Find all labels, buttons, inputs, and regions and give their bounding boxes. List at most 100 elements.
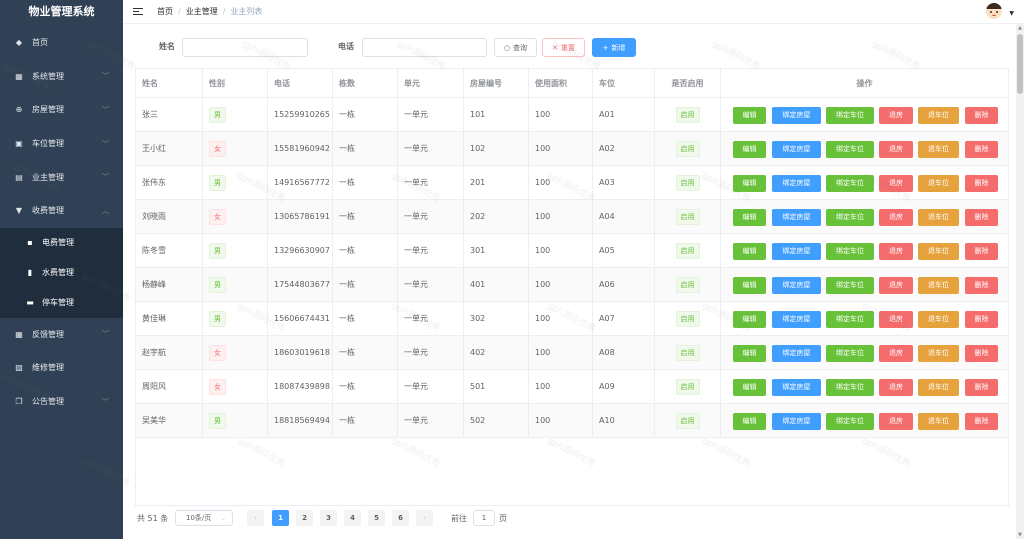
checkout-house-button[interactable]: 退房 xyxy=(879,310,913,328)
edit-button[interactable]: 编辑 xyxy=(733,378,766,396)
checkout-house-button[interactable]: 退房 xyxy=(879,276,913,294)
bind-parking-button[interactable]: 绑定车位 xyxy=(826,276,874,294)
checkout-house-button[interactable]: 退房 xyxy=(879,242,913,260)
release-parking-button[interactable]: 退车位 xyxy=(918,106,959,124)
delete-button[interactable]: 删除 xyxy=(965,412,998,430)
sidebar-item-more_items2[interactable]: ❐ 公告管理 ﹀ xyxy=(0,385,123,419)
checkout-house-button[interactable]: 退房 xyxy=(879,106,913,124)
edit-button[interactable]: 编辑 xyxy=(733,344,766,362)
bind-parking-button[interactable]: 绑定车位 xyxy=(826,412,874,430)
release-parking-button[interactable]: 退车位 xyxy=(918,276,959,294)
bind-house-button[interactable]: 绑定房屋 xyxy=(772,378,821,396)
cell-text: 100 xyxy=(535,348,551,357)
page-button-3[interactable]: 3 xyxy=(320,510,337,526)
bind-parking-button[interactable]: 绑定车位 xyxy=(826,106,874,124)
sidebar-item-items1[interactable]: ▦ 系统管理 ﹀ xyxy=(0,60,123,94)
name-input[interactable] xyxy=(182,38,308,57)
delete-button[interactable]: 删除 xyxy=(965,310,998,328)
sidebar-item-items5[interactable]: ▼ 收费管理 ︿ xyxy=(0,194,123,228)
sidebar-subitem-0[interactable]: ▪ 电费管理 xyxy=(0,228,123,258)
bind-house-button[interactable]: 绑定房屋 xyxy=(772,310,821,328)
release-parking-button[interactable]: 退车位 xyxy=(918,174,959,192)
checkout-house-button[interactable]: 退房 xyxy=(879,344,913,362)
page-button-2[interactable]: 2 xyxy=(296,510,313,526)
scroll-up-arrow-icon[interactable]: ▲ xyxy=(1016,24,1024,32)
page-button-4[interactable]: 4 xyxy=(344,510,361,526)
edit-button[interactable]: 编辑 xyxy=(733,310,766,328)
delete-button[interactable]: 删除 xyxy=(965,140,998,158)
checkout-house-button[interactable]: 退房 xyxy=(879,378,913,396)
delete-button[interactable]: 删除 xyxy=(965,344,998,362)
edit-button[interactable]: 编辑 xyxy=(733,140,766,158)
bind-parking-button[interactable]: 绑定车位 xyxy=(826,140,874,158)
sidebar-item-items2[interactable]: ⊕ 房屋管理 ﹀ xyxy=(0,93,123,127)
bind-house-button[interactable]: 绑定房屋 xyxy=(772,344,821,362)
submenu-fees: ▪ 电费管理 ▮ 水费管理 ▬ 停车管理 xyxy=(0,227,123,318)
sidebar-item-more_items0[interactable]: ▦ 反馈管理 ﹀ xyxy=(0,318,123,352)
bind-parking-button[interactable]: 绑定车位 xyxy=(826,208,874,226)
bind-parking-button[interactable]: 绑定车位 xyxy=(826,378,874,396)
delete-button[interactable]: 删除 xyxy=(965,174,998,192)
bind-house-button[interactable]: 绑定房屋 xyxy=(772,140,821,158)
release-parking-button[interactable]: 退车位 xyxy=(918,208,959,226)
edit-button[interactable]: 编辑 xyxy=(733,174,766,192)
release-parking-button[interactable]: 退车位 xyxy=(918,242,959,260)
delete-button[interactable]: 删除 xyxy=(965,106,998,124)
scroll-down-arrow-icon[interactable]: ▼ xyxy=(1016,531,1024,539)
checkout-house-button[interactable]: 退房 xyxy=(879,140,913,158)
page-button-6[interactable]: 6 xyxy=(392,510,409,526)
bind-parking-button[interactable]: 绑定车位 xyxy=(826,310,874,328)
breadcrumb-home[interactable]: 首页 xyxy=(157,6,173,17)
bind-house-button[interactable]: 绑定房屋 xyxy=(772,106,821,124)
checkout-house-button[interactable]: 退房 xyxy=(879,412,913,430)
vertical-scrollbar[interactable]: ▲ ▼ xyxy=(1016,24,1024,539)
breadcrumb-owner-management[interactable]: 业主管理 xyxy=(186,6,218,17)
sidebar-item-items0[interactable]: ◆ 首页 xyxy=(0,26,123,60)
sidebar-item-more_items1[interactable]: ▨ 维修管理 xyxy=(0,351,123,385)
release-parking-button[interactable]: 退车位 xyxy=(918,140,959,158)
user-avatar[interactable] xyxy=(986,3,1002,19)
release-parking-button[interactable]: 退车位 xyxy=(918,412,959,430)
bind-house-button[interactable]: 绑定房屋 xyxy=(772,208,821,226)
edit-button[interactable]: 编辑 xyxy=(733,208,766,226)
reset-button[interactable]: ✕ 重置 xyxy=(542,38,585,57)
bind-house-button[interactable]: 绑定房屋 xyxy=(772,276,821,294)
page-button-5[interactable]: 5 xyxy=(368,510,385,526)
release-parking-button[interactable]: 退车位 xyxy=(918,310,959,328)
sidebar-item-items3[interactable]: ▣ 车位管理 ﹀ xyxy=(0,127,123,161)
bind-parking-button[interactable]: 绑定车位 xyxy=(826,242,874,260)
release-parking-button[interactable]: 退车位 xyxy=(918,344,959,362)
bind-house-button[interactable]: 绑定房屋 xyxy=(772,242,821,260)
edit-button[interactable]: 编辑 xyxy=(733,412,766,430)
checkout-house-button[interactable]: 退房 xyxy=(879,174,913,192)
next-page-button[interactable]: › xyxy=(416,510,433,526)
phone-input[interactable] xyxy=(362,38,487,57)
edit-button[interactable]: 编辑 xyxy=(733,106,766,124)
delete-button[interactable]: 删除 xyxy=(965,242,998,260)
hamburger-icon[interactable] xyxy=(133,7,143,16)
goto-page-input[interactable]: 1 xyxy=(473,510,495,526)
page-size-select[interactable]: 10条/页 ⌄ xyxy=(175,510,233,526)
bind-house-button[interactable]: 绑定房屋 xyxy=(772,412,821,430)
add-button[interactable]: + 新增 xyxy=(592,38,636,57)
bind-parking-button[interactable]: 绑定车位 xyxy=(826,344,874,362)
release-parking-button[interactable]: 退车位 xyxy=(918,378,959,396)
sidebar-item-items4[interactable]: ▤ 业主管理 ﹀ xyxy=(0,160,123,194)
query-button[interactable]: ○ 查询 xyxy=(494,38,537,57)
bind-house-button[interactable]: 绑定房屋 xyxy=(772,174,821,192)
sidebar-subitem-1[interactable]: ▮ 水费管理 xyxy=(0,258,123,288)
app-title: 物业管理系统 xyxy=(28,5,95,18)
caret-down-icon[interactable]: ▼ xyxy=(1009,10,1014,17)
page-button-1[interactable]: 1 xyxy=(272,510,289,526)
edit-button[interactable]: 编辑 xyxy=(733,276,766,294)
sidebar-subitem-2[interactable]: ▬ 停车管理 xyxy=(0,288,123,318)
delete-button[interactable]: 删除 xyxy=(965,378,998,396)
checkout-house-button[interactable]: 退房 xyxy=(879,208,913,226)
delete-button[interactable]: 删除 xyxy=(965,276,998,294)
delete-button[interactable]: 删除 xyxy=(965,208,998,226)
bind-parking-button[interactable]: 绑定车位 xyxy=(826,174,874,192)
edit-button[interactable]: 编辑 xyxy=(733,242,766,260)
prev-page-button[interactable]: ‹ xyxy=(247,510,264,526)
table-cell-house_no: 101 xyxy=(464,98,529,131)
scrollbar-thumb[interactable] xyxy=(1017,34,1023,94)
